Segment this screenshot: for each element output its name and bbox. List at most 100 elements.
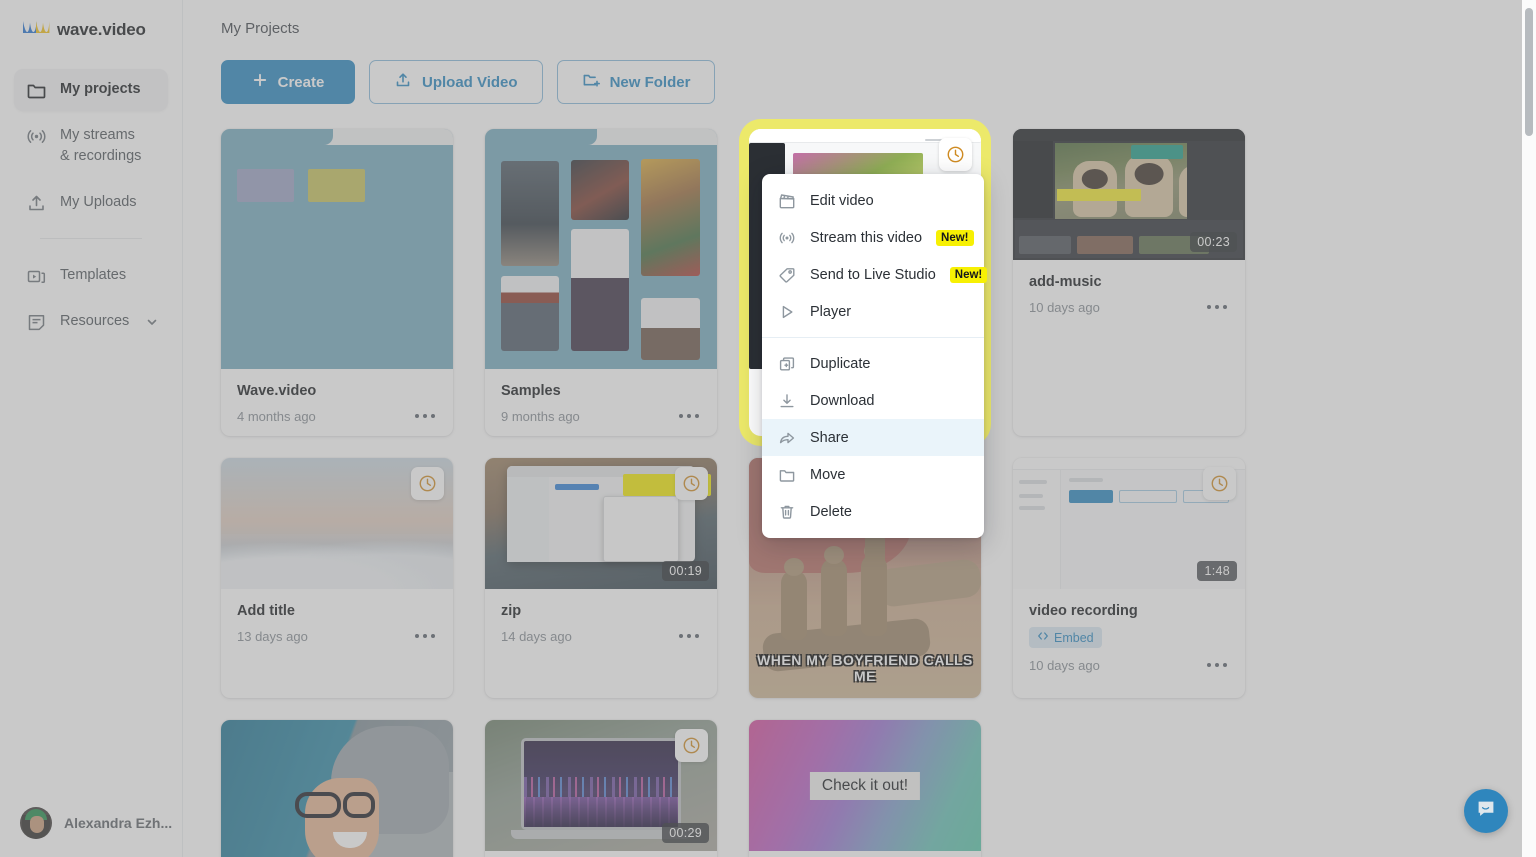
sidebar-item-templates[interactable]: Templates (14, 255, 168, 297)
card-duration: 00:19 (662, 561, 709, 581)
sidebar: wave.video My projects My streams & reco… (0, 0, 183, 857)
upload-icon (394, 71, 412, 93)
folder-icon (26, 80, 47, 101)
sidebar-divider (40, 237, 142, 239)
user-account-button[interactable]: Alexandra Ezh... (0, 807, 183, 839)
sidebar-item-label: My streams & recordings (60, 127, 142, 165)
card-date: 14 days ago (501, 628, 572, 644)
sidebar-item-resources[interactable]: Resources (14, 301, 168, 343)
tag-icon (778, 266, 796, 284)
chevron-down-icon[interactable] (146, 314, 158, 335)
meme-bottom-text: WHEN MY BOYFRIEND CALLS ME (757, 652, 973, 684)
card-thumbnail (221, 129, 453, 369)
download-icon (778, 392, 796, 410)
upload-video-button-label: Upload Video (422, 73, 518, 91)
chat-widget-button[interactable] (1464, 789, 1508, 833)
menu-item-player[interactable]: Player (762, 293, 984, 330)
trash-icon (778, 503, 796, 521)
card-video-recording[interactable]: 1:48 video recording Embed 10 days ago (1013, 458, 1245, 698)
menu-item-send-to-live-studio[interactable]: Send to Live Studio New! (762, 256, 988, 293)
menu-item-label: Share (810, 429, 849, 446)
card-laptop[interactable]: 00:29 (485, 720, 717, 857)
clock-icon-badge (675, 729, 708, 762)
clapperboard-icon (778, 192, 796, 210)
card-add-music[interactable]: 00:23 add-music 10 days ago (1013, 129, 1245, 436)
card-thumbnail: 1:48 (1013, 458, 1245, 589)
menu-item-edit-video[interactable]: Edit video (762, 182, 984, 219)
embed-badge[interactable]: Embed (1029, 627, 1102, 648)
new-folder-button[interactable]: New Folder (556, 60, 716, 104)
card-more-options-button[interactable] (1205, 657, 1229, 673)
card-title: Samples (501, 383, 561, 399)
card-add-title-sky[interactable]: 00:06 Add title 13 days ago (221, 458, 453, 698)
menu-item-share[interactable]: Share (762, 419, 984, 456)
menu-item-move[interactable]: Move (762, 456, 984, 493)
card-date: 9 months ago (501, 408, 580, 424)
card-samples[interactable]: Samples 9 months ago (485, 129, 717, 436)
menu-item-label: Send to Live Studio (810, 266, 936, 283)
scrollbar-thumb[interactable] (1525, 8, 1533, 136)
collage-photo (641, 159, 700, 276)
menu-item-delete[interactable]: Delete (762, 493, 984, 530)
card-meta: Samples 9 months ago (485, 369, 717, 436)
sidebar-item-my-streams[interactable]: My streams & recordings (14, 115, 168, 178)
card-thumbnail: 00:29 (485, 720, 717, 851)
sidebar-item-my-projects[interactable]: My projects (14, 69, 168, 111)
folder-icon (778, 466, 796, 484)
card-girl[interactable] (221, 720, 453, 857)
card-title: add-music (1029, 274, 1102, 290)
folder-preview-item (237, 169, 294, 202)
upload-icon (26, 193, 47, 214)
card-thumbnail: 00:23 (1013, 129, 1245, 260)
card-thumbnail: 00:06 (221, 458, 453, 589)
sidebar-item-label: Templates (60, 266, 127, 283)
brand-name: wave.video (57, 20, 146, 39)
create-button[interactable]: Create (221, 60, 355, 104)
menu-item-label: Stream this video (810, 229, 923, 246)
sidebar-item-my-uploads[interactable]: My Uploads (14, 182, 168, 224)
menu-item-label: Player (810, 303, 852, 320)
card-duration: 1:48 (1197, 561, 1237, 581)
card-meta: zip 14 days ago (485, 589, 717, 656)
card-duration: 00:06 (398, 561, 445, 581)
card-more-options-button[interactable] (1205, 299, 1229, 315)
menu-item-download[interactable]: Download (762, 382, 984, 419)
page-scrollbar[interactable] (1522, 0, 1536, 857)
menu-item-stream-this-video[interactable]: Stream this video New! (762, 219, 984, 256)
menu-item-label: Duplicate (810, 355, 871, 372)
card-zip[interactable]: 00:19 zip 14 days ago (485, 458, 717, 698)
card-wave-video[interactable]: Wave.video 4 months ago (221, 129, 453, 436)
overlay-text: Check it out! (809, 771, 921, 800)
card-more-options-button[interactable] (413, 628, 437, 644)
card-more-options-button[interactable] (677, 628, 701, 644)
card-date: 10 days ago (1029, 657, 1100, 673)
sidebar-item-label: My projects (60, 81, 141, 97)
brand-logo-area[interactable]: wave.video (0, 0, 182, 41)
new-badge: New! (936, 229, 974, 246)
plus-icon (252, 72, 268, 92)
code-icon (1037, 630, 1049, 645)
collage-photo (641, 298, 700, 360)
upload-video-button[interactable]: Upload Video (369, 60, 543, 104)
page-title: My Projects (221, 20, 300, 37)
menu-separator (762, 337, 984, 338)
collage-photo (571, 229, 629, 351)
card-title: video recording (1029, 603, 1138, 619)
duplicate-icon (778, 355, 796, 373)
card-more-options-button[interactable] (677, 408, 701, 424)
menu-item-duplicate[interactable]: Duplicate (762, 345, 984, 382)
folder-tab-shape (221, 129, 453, 145)
card-date: 13 days ago (237, 628, 308, 644)
wave-video-logo-icon (22, 19, 50, 41)
clock-icon-badge (939, 138, 972, 171)
card-more-options-button[interactable] (413, 408, 437, 424)
card-meta: Wave.video 4 months ago (221, 369, 453, 436)
toolbar: Create Upload Video New Folder (183, 37, 1536, 104)
card-add-title-gradient[interactable]: Check it out! Add title 18 days ago (749, 720, 981, 857)
card-meta: video recording Embed 10 days ago (1013, 589, 1245, 685)
card-meta: add-music 10 days ago (1013, 260, 1245, 327)
broadcast-icon (778, 229, 796, 247)
clock-icon-badge (675, 467, 708, 500)
clock-icon-badge (411, 467, 444, 500)
collage-photo (501, 161, 559, 266)
